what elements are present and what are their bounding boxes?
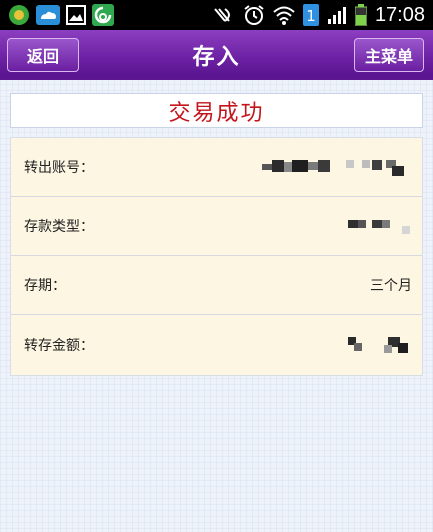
gallery-icon [66,5,86,25]
amount-value [348,335,412,355]
wifi-icon [273,5,295,25]
transaction-success-banner: 交易成功 [10,93,423,128]
masked-account-number [262,160,404,176]
status-time: 17:08 [374,3,425,26]
sim-icon: 1 [302,4,319,26]
system-icons: 1 17:08 [213,4,425,27]
main-menu-button[interactable]: 主菜单 [354,38,424,72]
term-label: 存期： [24,278,66,294]
alarm-icon [243,4,265,26]
from-account-value [262,158,412,176]
cloud-icon [36,5,60,25]
deposit-type-label: 存款类型： [24,219,94,235]
deposit-type-value [348,217,412,235]
signal-icon [327,5,347,25]
detail-row-deposit-type: 存款类型： [11,197,422,256]
term-value: 三个月 [370,278,412,294]
notification-icons [8,4,114,26]
app-icon [8,4,30,26]
from-account-label: 转出账号： [24,160,94,176]
detail-row-from-account: 转出账号： [11,138,422,197]
detail-row-amount: 转存金额： [11,315,422,374]
title-bar: 存入 返回 主菜单 [0,30,433,80]
nfc-icon [213,5,235,25]
battery-icon [354,4,367,26]
masked-deposit-type [348,220,410,234]
status-bar: 1 17:08 [0,0,433,30]
sim-number: 1 [306,7,316,25]
detail-row-term: 存期： 三个月 [11,256,422,315]
sync-icon [92,4,114,26]
transaction-details: 转出账号： 存款类型： 存期： 三个月 转存金额： [10,137,423,376]
amount-label: 转存金额： [24,337,94,354]
masked-amount [348,336,408,353]
back-button[interactable]: 返回 [7,38,79,72]
